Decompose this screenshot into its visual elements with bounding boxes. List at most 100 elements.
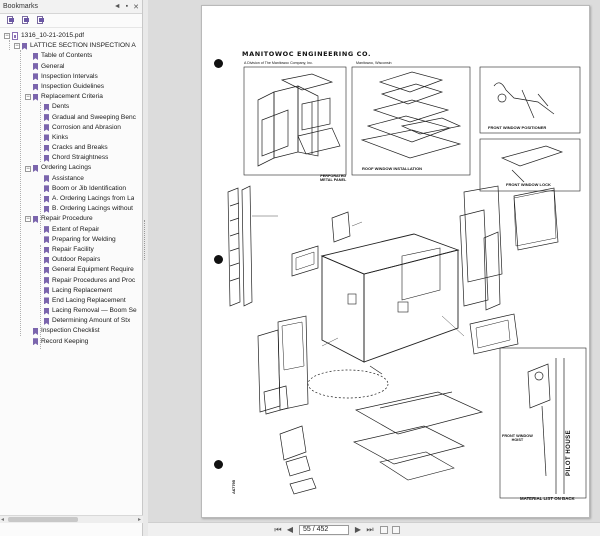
bookmark-label: End Lacing Replacement: [52, 296, 126, 304]
bookmark-label: Extent of Repair: [52, 225, 100, 233]
front-window-positioner-caption: FRONT WINDOW POSITIONER: [488, 125, 547, 130]
document-number: A67795: [231, 479, 236, 494]
bookmark-item[interactable]: Inspection Guidelines: [0, 82, 142, 92]
bookmark-item[interactable]: Assistance: [0, 174, 142, 184]
bookmark-item[interactable]: Cracks and Breaks: [0, 143, 142, 153]
bookmark-label: Lacing Removal — Boom Se: [52, 307, 137, 315]
bookmark-icon: [44, 124, 49, 132]
collapse-toggle-icon[interactable]: −: [25, 94, 31, 101]
bookmark-icon: [44, 134, 49, 142]
bookmark-icon: [44, 144, 49, 152]
page-navigation-bar: ⏮ ◀ 55 / 452 ▶ ⏭: [148, 522, 600, 536]
bookmark-label: A. Ordering Lacings from La: [52, 195, 135, 202]
bookmark-item[interactable]: Extent of Repair: [0, 225, 142, 235]
bookmark-item[interactable]: Kinks: [0, 133, 142, 143]
bookmark-item[interactable]: A. Ordering Lacings from La: [0, 194, 142, 204]
scrollbar-thumb[interactable]: [8, 517, 78, 522]
bookmark-item[interactable]: General: [0, 62, 142, 72]
bookmark-icon: [33, 328, 38, 336]
bookmark-item[interactable]: Inspection Intervals: [0, 72, 142, 82]
bookmark-label: Chord Straightness: [52, 154, 109, 162]
bookmark-label: Lacing Replacement: [52, 286, 113, 294]
bookmarks-header: Bookmarks ◄ ▪ ✕: [0, 0, 142, 14]
bookmark-icon: [44, 297, 49, 305]
previous-page-button[interactable]: ◀: [284, 525, 296, 534]
bookmark-label: Record Keeping: [41, 337, 89, 345]
bookmarks-toolbar: [0, 14, 142, 28]
bookmark-item[interactable]: Lacing Removal — Boom Se: [0, 306, 142, 316]
page-number-input[interactable]: 55 / 452: [299, 524, 349, 535]
bookmark-item[interactable]: − Replacement Criteria: [0, 92, 142, 102]
bookmark-icon: [44, 236, 49, 244]
bookmark-label: Dents: [52, 103, 70, 111]
expand-bookmark-icon[interactable]: [36, 16, 45, 25]
last-page-button[interactable]: ⏭: [364, 525, 376, 535]
new-bookmark-icon[interactable]: [6, 16, 15, 25]
collapse-toggle-icon[interactable]: −: [14, 43, 20, 50]
pdf-page: MANITOWOC ENGINEERING CO. A Division of …: [201, 5, 590, 518]
bookmark-item[interactable]: Inspection Checklist: [0, 326, 142, 336]
bookmark-item[interactable]: B. Ordering Lacings without: [0, 204, 142, 214]
collapse-panel-button[interactable]: ◄: [114, 3, 121, 11]
bookmark-icon: [33, 83, 38, 91]
bookmark-item[interactable]: Repair Facility: [0, 245, 142, 255]
first-page-button[interactable]: ⏮: [272, 525, 284, 535]
bookmark-item[interactable]: Corrosion and Abrasion: [0, 123, 142, 133]
bookmark-icon: [44, 154, 49, 162]
bookmark-item[interactable]: Boom or Jib Identification: [0, 184, 142, 194]
bookmarks-panel: Bookmarks ◄ ▪ ✕ − 1316_10-21-2015.pdf − L…: [0, 0, 143, 536]
bookmark-label: Gradual and Sweeping Benc: [52, 113, 136, 121]
collapse-toggle-icon[interactable]: −: [25, 165, 31, 172]
collapse-toggle-icon[interactable]: −: [4, 33, 10, 40]
bookmark-label: Cracks and Breaks: [52, 144, 108, 152]
bookmark-item[interactable]: Determining Amount of Stx: [0, 316, 142, 326]
bookmark-icon: [44, 185, 49, 193]
bookmark-item[interactable]: General Equipment Require: [0, 265, 142, 275]
bookmark-label: Kinks: [52, 133, 69, 141]
bookmark-item[interactable]: − LATTICE SECTION INSPECTION A: [0, 41, 142, 51]
fit-page-icon[interactable]: [392, 525, 400, 534]
bookmarks-tree: − 1316_10-21-2015.pdf − LATTICE SECTION I…: [0, 28, 142, 349]
bookmarks-horizontal-scrollbar[interactable]: ◂ ▸: [0, 515, 143, 523]
scroll-right-icon[interactable]: ▸: [138, 516, 141, 523]
bookmark-label: Repair Procedures and Proc: [52, 276, 136, 284]
bookmark-label: Repair Procedure: [41, 215, 93, 223]
bookmark-label: Assistance: [52, 174, 84, 182]
bookmark-label: Replacement Criteria: [41, 93, 103, 101]
collapse-toggle-icon[interactable]: −: [25, 216, 31, 223]
front-window-lock-caption: FRONT WINDOW LOCK: [506, 182, 551, 187]
bookmark-item[interactable]: − Repair Procedure: [0, 214, 142, 224]
bookmark-label: General Equipment Require: [52, 266, 134, 274]
bookmark-item[interactable]: Chord Straightness: [0, 153, 142, 163]
bookmark-label: Inspection Checklist: [41, 327, 100, 335]
bookmark-icon: [44, 114, 49, 122]
bookmark-icon: [33, 338, 38, 346]
front-window-hoist-caption: FRONT WINDOW HOIST: [502, 434, 533, 442]
bookmark-icon: [44, 195, 49, 203]
delete-bookmark-icon[interactable]: [21, 16, 30, 25]
bookmark-item[interactable]: End Lacing Replacement: [0, 296, 142, 306]
bookmark-item[interactable]: Preparing for Welding: [0, 235, 142, 245]
bookmark-icon: [44, 226, 49, 234]
bookmark-item[interactable]: Gradual and Sweeping Benc: [0, 113, 142, 123]
bookmark-label: Table of Contents: [41, 52, 93, 60]
document-viewer: MANITOWOC ENGINEERING CO. A Division of …: [148, 0, 600, 522]
dock-panel-button[interactable]: ▪: [126, 3, 128, 11]
bookmark-item[interactable]: Outdoor Repairs: [0, 255, 142, 265]
close-panel-button[interactable]: ✕: [133, 3, 139, 11]
single-page-view-icon[interactable]: [380, 525, 388, 534]
pilot-house-title: PILOT HOUSE: [566, 429, 572, 476]
roof-window-caption: ROOF WINDOW INSTALLATION: [362, 166, 423, 171]
bookmark-icon: [44, 256, 49, 264]
bookmark-label: Inspection Guidelines: [41, 82, 105, 90]
bookmark-item[interactable]: Dents: [0, 102, 142, 112]
bookmark-item[interactable]: Lacing Replacement: [0, 286, 142, 296]
bookmark-item[interactable]: − Ordering Lacings: [0, 163, 142, 173]
bookmark-label: B. Ordering Lacings without: [52, 205, 133, 213]
scroll-left-icon[interactable]: ◂: [1, 516, 4, 523]
bookmark-item[interactable]: Repair Procedures and Proc: [0, 276, 142, 286]
bookmark-item[interactable]: Record Keeping: [0, 337, 142, 347]
bookmark-item[interactable]: Table of Contents: [0, 51, 142, 61]
next-page-button[interactable]: ▶: [352, 525, 364, 534]
bookmark-file-root[interactable]: − 1316_10-21-2015.pdf: [0, 31, 142, 41]
